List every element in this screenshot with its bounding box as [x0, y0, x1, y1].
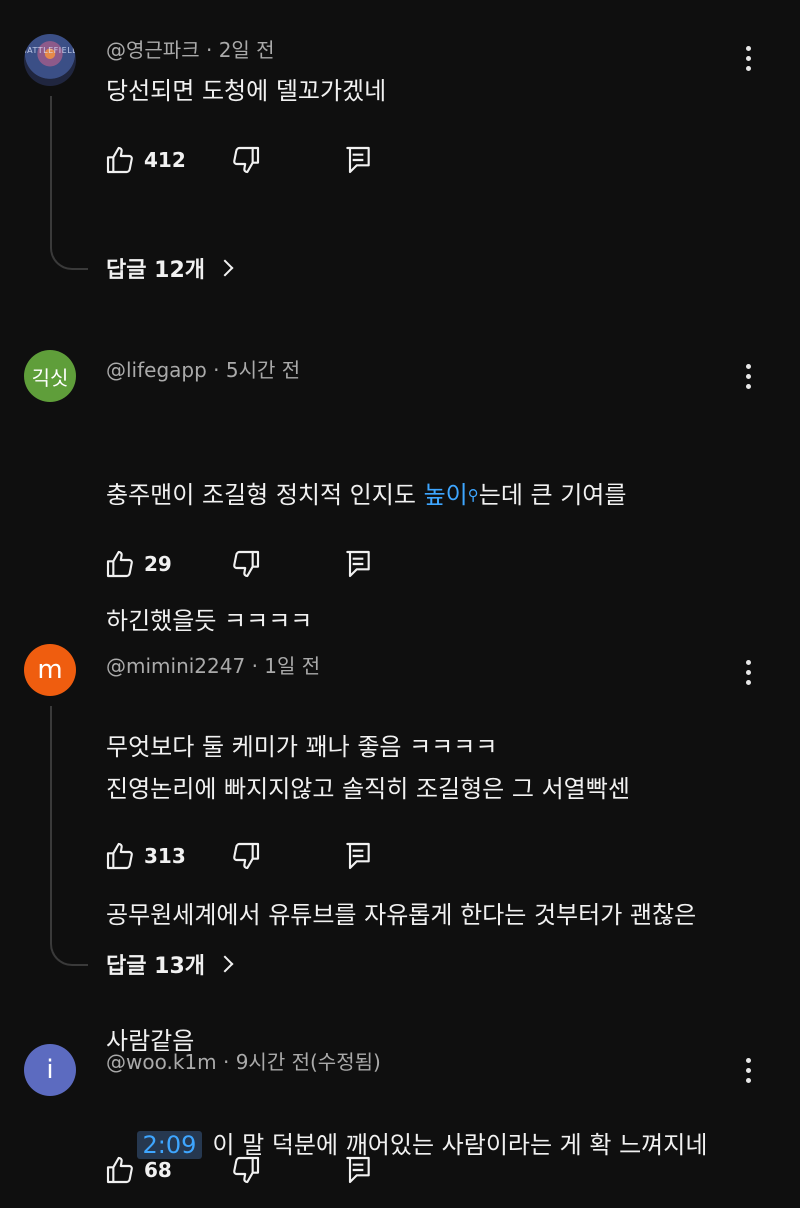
avatar[interactable]: 긱싯	[24, 350, 76, 402]
search-link[interactable]: 높이⚲	[424, 481, 479, 509]
author-name[interactable]: @woo.k1m	[106, 1050, 217, 1074]
thumbs-down-icon	[233, 842, 260, 870]
reply-button[interactable]	[342, 840, 374, 872]
avatar-initials: 긱싯	[31, 365, 69, 390]
chevron-right-icon	[216, 259, 234, 277]
dislike-button[interactable]	[230, 548, 262, 580]
author-name[interactable]: @영근파크	[106, 38, 200, 62]
thread-line	[50, 96, 88, 270]
thumbs-up-icon	[106, 146, 133, 174]
like-count: 68	[144, 1158, 172, 1182]
avatar[interactable]: m	[24, 644, 76, 696]
comment-meta: @영근파크 · 2일 전	[106, 38, 275, 62]
like-button[interactable]: 412	[104, 144, 186, 176]
search-icon: ⚲	[467, 486, 479, 504]
avatar[interactable]: BATTLEFIELD	[24, 34, 76, 86]
replies-toggle[interactable]: 답글 13개	[106, 948, 234, 980]
like-count: 29	[144, 552, 172, 576]
avatar[interactable]: i	[24, 1044, 76, 1096]
author-name[interactable]: @mimini2247	[106, 654, 245, 678]
thumbs-down-icon	[233, 550, 260, 578]
chevron-right-icon	[216, 955, 234, 973]
thumbs-down-icon	[233, 146, 260, 174]
author-name[interactable]: @lifegapp	[106, 358, 207, 382]
avatar-watermark: BATTLEFIELD	[24, 45, 76, 55]
avatar-initials: i	[46, 1055, 54, 1085]
like-button[interactable]: 29	[104, 548, 172, 580]
comment-time: 1일 전	[264, 654, 321, 678]
dislike-button[interactable]	[230, 1154, 262, 1186]
reply-button[interactable]	[342, 1154, 374, 1186]
comment-meta: @mimini2247 · 1일 전	[106, 654, 321, 678]
thumbs-down-icon	[233, 1156, 260, 1184]
reply-button[interactable]	[342, 548, 374, 580]
comment-text: 2:09 이 말 덕분에 깨어있는 사람이라는 게 확 느껴지네	[106, 1082, 740, 1208]
replies-toggle[interactable]: 답글 12개	[106, 252, 234, 284]
replies-label: 답글 13개	[106, 954, 205, 979]
comment-time: 9시간 전(수정됨)	[235, 1050, 381, 1074]
thumbs-up-icon	[106, 1156, 133, 1184]
comment-time: 2일 전	[218, 38, 275, 62]
comment-text: 당선되면 도청에 델꼬가겠네	[106, 77, 387, 105]
thread-line	[50, 706, 88, 966]
reply-button[interactable]	[342, 144, 374, 176]
reply-icon	[346, 550, 370, 578]
comment-text: 진영논리에 빠지지않고 솔직히 조길형은 그 서열빡센 공무원세계에서 유튜브를…	[106, 775, 697, 1055]
dislike-button[interactable]	[230, 840, 262, 872]
dislike-button[interactable]	[230, 144, 262, 176]
comment-meta: @woo.k1m · 9시간 전(수정됨)	[106, 1050, 381, 1074]
avatar-initials: m	[37, 655, 63, 685]
reply-icon	[346, 1156, 370, 1184]
like-button[interactable]: 313	[104, 840, 186, 872]
like-button[interactable]: 68	[104, 1154, 172, 1186]
reply-icon	[346, 146, 370, 174]
like-count: 313	[144, 844, 186, 868]
comment-time: 5시간 전	[225, 358, 301, 382]
like-count: 412	[144, 148, 186, 172]
reply-icon	[346, 842, 370, 870]
comment-meta: @lifegapp · 5시간 전	[106, 358, 301, 382]
replies-label: 답글 12개	[106, 258, 205, 283]
thumbs-up-icon	[106, 842, 133, 870]
thumbs-up-icon	[106, 550, 133, 578]
